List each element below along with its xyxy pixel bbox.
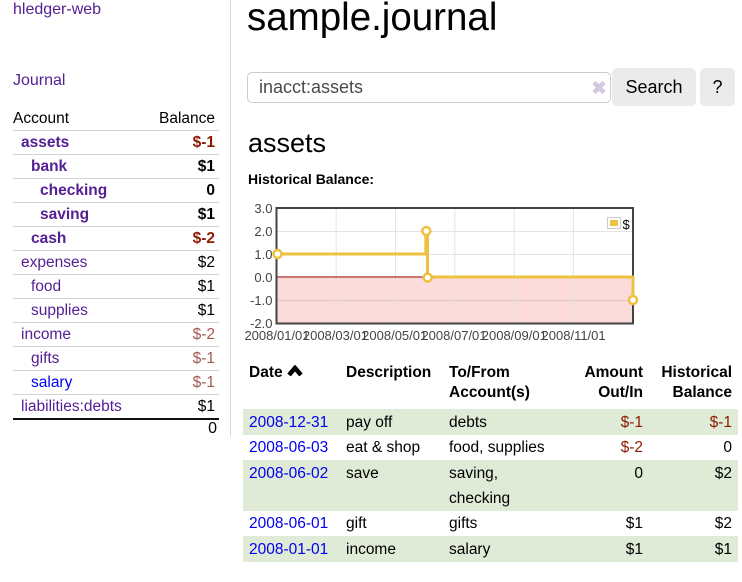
svg-text:2008/01/01: 2008/01/01 <box>244 328 309 343</box>
svg-text:0.0: 0.0 <box>254 270 272 285</box>
svg-text:1.0: 1.0 <box>254 247 272 262</box>
svg-text:2008/07/01: 2008/07/01 <box>421 328 486 343</box>
svg-text:2008/09/01: 2008/09/01 <box>482 328 547 343</box>
svg-text:2008/03/01: 2008/03/01 <box>303 328 368 343</box>
svg-text:-1.0: -1.0 <box>250 293 272 308</box>
svg-text:2008/05/01: 2008/05/01 <box>362 328 427 343</box>
svg-text:$: $ <box>623 217 631 232</box>
svg-text:2008/11/01: 2008/11/01 <box>542 328 606 343</box>
svg-text:3.0: 3.0 <box>254 201 272 216</box>
svg-text:2.0: 2.0 <box>254 224 272 239</box>
